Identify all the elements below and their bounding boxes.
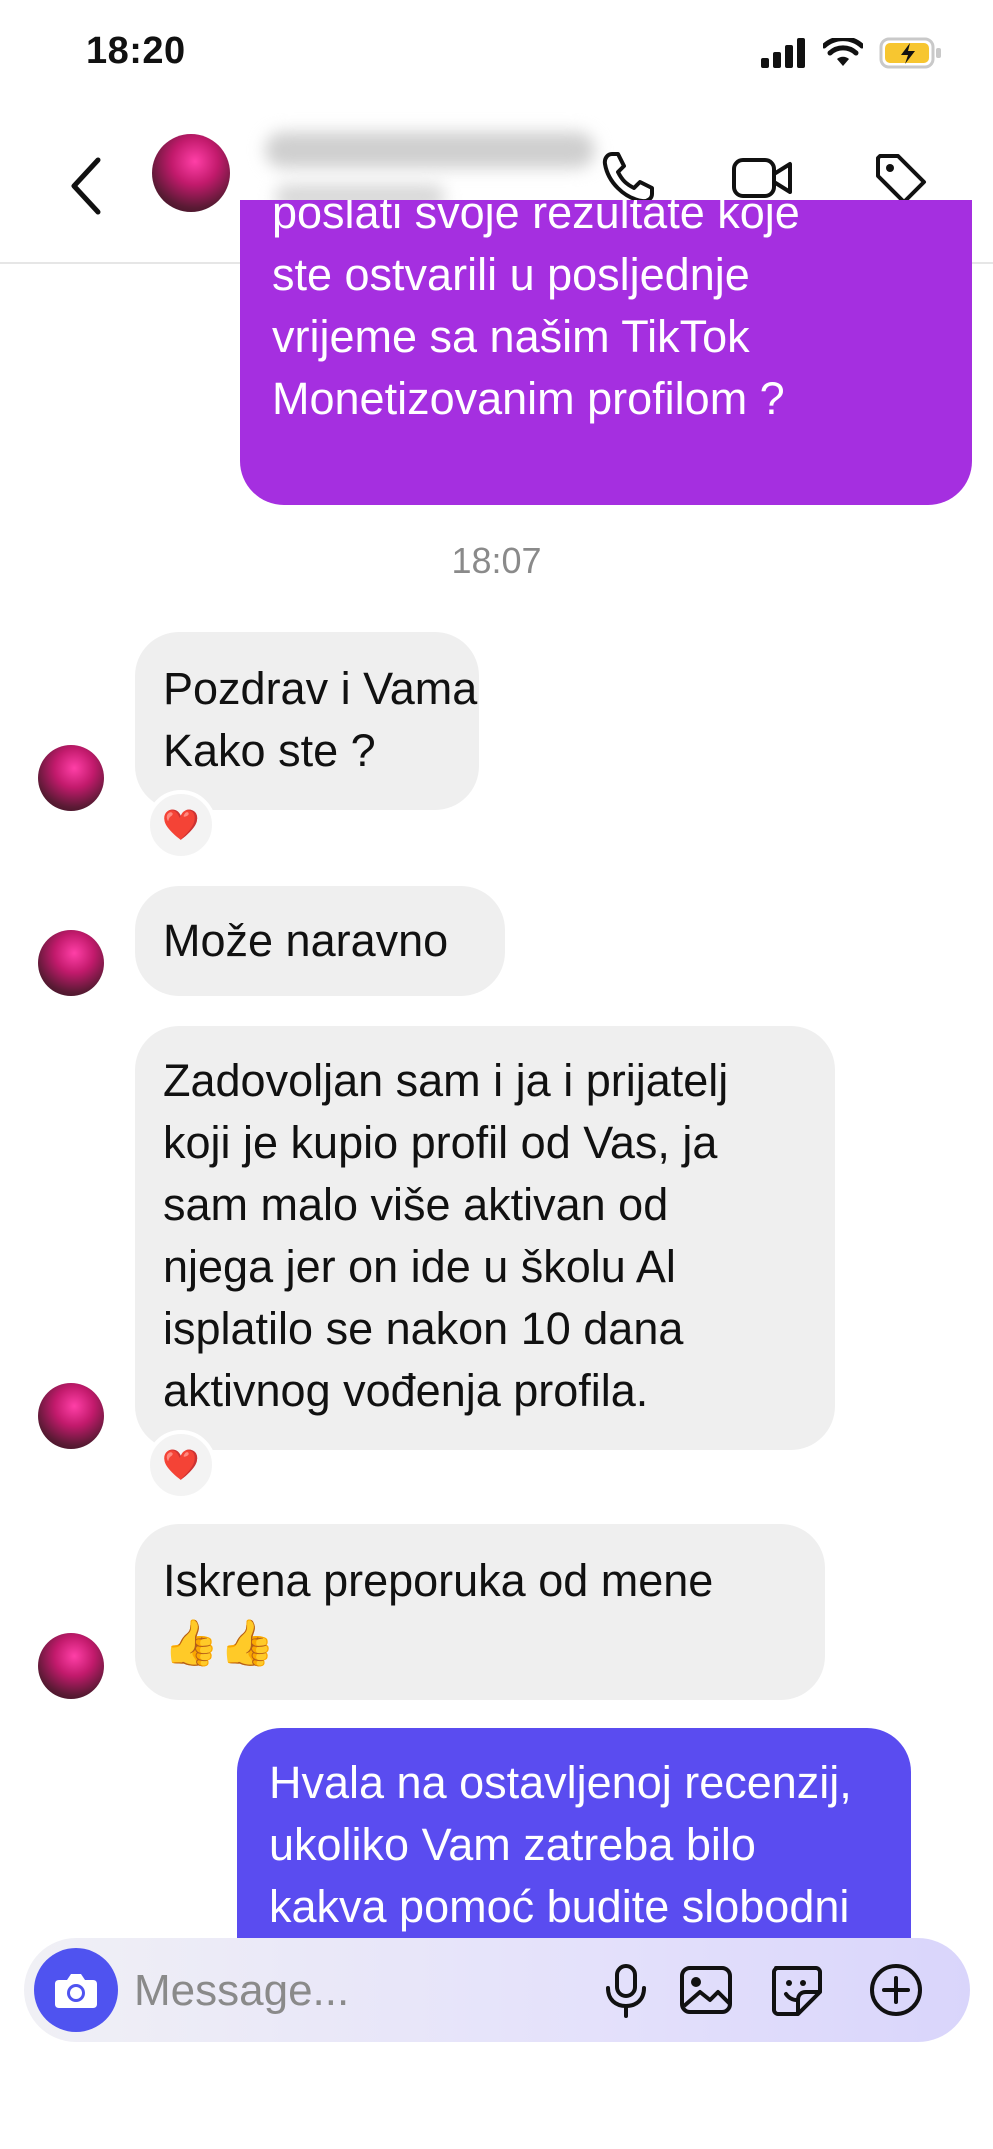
message-line: kakva pomoć budite slobodni bbox=[269, 1881, 850, 1932]
message-line: isplatilo se nakon 10 dana bbox=[163, 1303, 684, 1354]
message-line: Može naravno bbox=[163, 915, 449, 966]
message-line: Iskrena preporuka od mene bbox=[163, 1555, 714, 1606]
message-line: koji je kupio profil od Vas, ja bbox=[163, 1117, 718, 1168]
sender-avatar[interactable] bbox=[38, 1383, 104, 1449]
sender-avatar[interactable] bbox=[38, 930, 104, 996]
message-line: ste ostvarili u posljednje bbox=[272, 249, 750, 300]
status-icons bbox=[761, 36, 943, 70]
message-line: Kako ste ? bbox=[163, 725, 376, 776]
phone-call-icon[interactable] bbox=[598, 148, 658, 208]
sender-avatar[interactable] bbox=[38, 745, 104, 811]
tag-icon[interactable] bbox=[870, 148, 930, 208]
message-input[interactable] bbox=[132, 1960, 576, 2022]
message-line: Zadovoljan sam i ja i prijatelj bbox=[163, 1055, 729, 1106]
message-line: vrijeme sa našim TikTok bbox=[272, 311, 750, 362]
thumbs-up-emoji: 👍👍 bbox=[163, 1617, 276, 1668]
sticker-icon[interactable] bbox=[766, 1960, 826, 2020]
camera-button[interactable] bbox=[34, 1948, 118, 2032]
message-line: Monetizovanim profilom ? bbox=[272, 373, 785, 424]
status-bar: 18:20 bbox=[0, 0, 993, 110]
message-composer bbox=[24, 1938, 970, 2042]
contact-avatar[interactable] bbox=[152, 134, 230, 212]
camera-icon bbox=[55, 1974, 97, 2008]
message-line: poslati svoje rezultate koje bbox=[272, 200, 800, 238]
message-line: ukoliko Vam zatreba bilo bbox=[269, 1819, 756, 1870]
message-line: aktivnog vođenja profila. bbox=[163, 1365, 649, 1416]
add-circle-icon[interactable] bbox=[866, 1960, 926, 2020]
gallery-icon[interactable] bbox=[676, 1960, 736, 2020]
microphone-icon[interactable] bbox=[596, 1960, 656, 2020]
incoming-message[interactable]: Može naravno bbox=[135, 886, 505, 996]
back-chevron-icon[interactable] bbox=[62, 146, 112, 226]
status-time: 18:20 bbox=[86, 30, 186, 72]
incoming-message[interactable]: Zadovoljan sam i ja i prijatelj koji je … bbox=[135, 1026, 835, 1450]
cellular-signal-icon bbox=[761, 38, 805, 68]
heart-reaction[interactable]: ❤️ bbox=[146, 790, 216, 860]
incoming-message[interactable]: Pozdrav i Vama Kako ste ? bbox=[135, 632, 479, 810]
heart-reaction[interactable]: ❤️ bbox=[146, 1430, 216, 1500]
message-line: njega jer on ide u školu Al bbox=[163, 1241, 676, 1292]
message-timestamp: 18:07 bbox=[451, 540, 542, 581]
battery-charging-icon bbox=[879, 37, 941, 69]
message-line: Pozdrav i Vama bbox=[163, 663, 478, 714]
incoming-message[interactable]: Iskrena preporuka od mene 👍👍 bbox=[135, 1524, 825, 1700]
sender-avatar[interactable] bbox=[38, 1633, 104, 1699]
contact-name-blurred bbox=[265, 132, 595, 168]
outgoing-message-partial: poslati svoje rezultate koje ste ostvari… bbox=[240, 200, 972, 505]
message-line: Hvala na ostavljenoj recenzij, bbox=[269, 1757, 852, 1808]
message-line: sam malo više aktivan od bbox=[163, 1179, 669, 1230]
wifi-icon bbox=[823, 38, 863, 66]
video-call-icon[interactable] bbox=[730, 148, 794, 208]
